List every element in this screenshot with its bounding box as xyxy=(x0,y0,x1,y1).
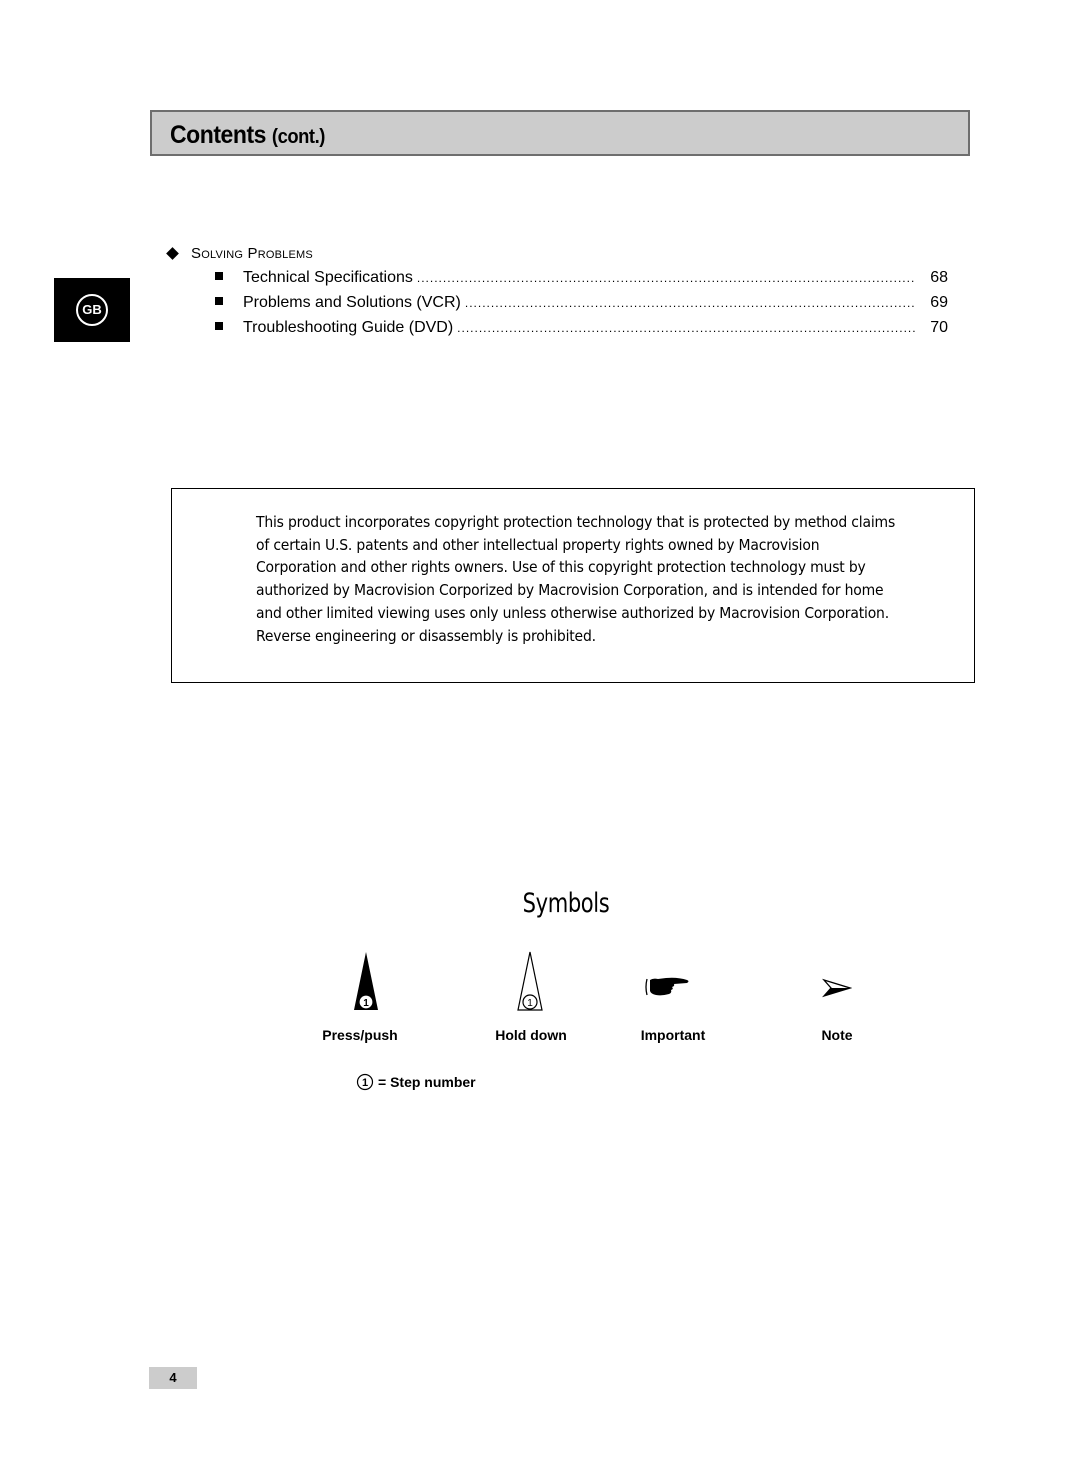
diamond-bullet-icon xyxy=(166,246,179,260)
toc-item-page: 69 xyxy=(930,294,948,311)
symbol-label: Press/push xyxy=(322,1027,398,1043)
symbols-heading: Symbols xyxy=(522,888,610,919)
symbol-press-push: 1 xyxy=(306,950,426,1012)
toc-leader-dots xyxy=(457,321,916,335)
toc-list: Technical Specifications 68 Problems and… xyxy=(165,269,955,344)
square-bullet-icon xyxy=(215,297,223,305)
toc-leader-dots xyxy=(417,271,916,285)
symbol-note xyxy=(777,978,897,998)
press-push-icon: 1 xyxy=(354,952,378,1010)
symbol-label: Hold down xyxy=(495,1027,567,1043)
pointing-hand-icon xyxy=(645,977,689,996)
toc-item-page: 70 xyxy=(930,319,948,336)
toc-item[interactable]: Technical Specifications 68 xyxy=(165,269,955,294)
section-title: Solving Problems xyxy=(191,244,313,262)
symbol-hold-down: 1 xyxy=(470,950,590,1012)
square-bullet-icon xyxy=(215,322,223,330)
step-number: 1 xyxy=(363,998,369,1009)
step-number: 1 xyxy=(362,1077,368,1089)
copyright-notice-text: This product incorporates copyright prot… xyxy=(256,513,896,645)
toc-item[interactable]: Troubleshooting Guide (DVD) 70 xyxy=(165,319,955,344)
toc-leader-dots xyxy=(465,296,916,310)
page-title: Contents (cont.) xyxy=(170,121,325,150)
toc-item[interactable]: Problems and Solutions (VCR) 69 xyxy=(165,294,955,319)
step-number-circle-icon: 1 xyxy=(356,1073,374,1091)
arrowhead-icon xyxy=(822,978,852,998)
step-number-legend: 1 = Step number xyxy=(356,1073,476,1091)
symbol-label: Note xyxy=(821,1027,853,1043)
symbol-important xyxy=(608,975,728,999)
contents-header-bar: Contents (cont.) xyxy=(150,110,970,156)
step-number: 1 xyxy=(527,998,533,1009)
page-title-sub: (cont.) xyxy=(271,126,325,148)
symbol-label: Important xyxy=(640,1027,706,1043)
toc-item-label: Problems and Solutions (VCR) xyxy=(243,294,461,311)
language-tab: GB xyxy=(54,278,130,342)
toc-item-page: 68 xyxy=(930,269,948,286)
toc-section: Solving Problems Technical Specification… xyxy=(165,243,955,344)
page-title-main: Contents xyxy=(170,121,266,149)
hold-down-icon: 1 xyxy=(517,951,543,1011)
step-number-legend-text: = Step number xyxy=(378,1074,476,1090)
square-bullet-icon xyxy=(215,272,223,280)
toc-item-label: Troubleshooting Guide (DVD) xyxy=(243,319,454,336)
section-heading: Solving Problems xyxy=(165,243,955,263)
copyright-notice-box: This product incorporates copyright prot… xyxy=(171,488,975,683)
page-number: 4 xyxy=(149,1367,197,1389)
language-badge: GB xyxy=(76,294,108,326)
toc-item-label: Technical Specifications xyxy=(243,269,413,286)
